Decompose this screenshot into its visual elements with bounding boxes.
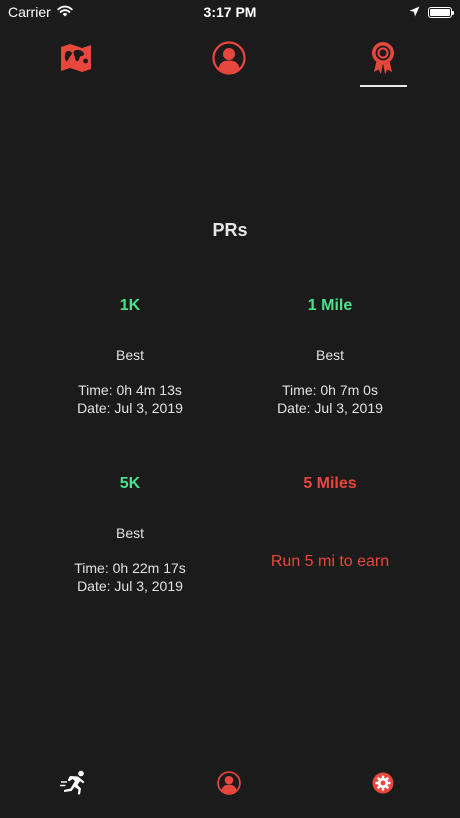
pr-name: 1 Mile [307,297,353,314]
page-title: PRs [212,220,248,240]
tab-prs[interactable] [359,36,407,84]
tab-map[interactable] [52,36,100,84]
run-button[interactable] [60,770,90,800]
location-arrow-icon [409,4,420,20]
pr-best-label: Best [315,347,344,363]
battery-level [430,8,450,16]
pr-earn-hint: Run 5 mi to earn [270,553,390,570]
pr-card-5k: 5K Best Time: 0h 22m 17s Date: Jul 3, 20… [30,474,230,595]
battery-icon [428,6,454,18]
pr-date: Date: Jul 3, 2019 [77,578,183,594]
gear-icon [372,772,394,799]
award-ribbon-icon [370,41,396,80]
runner-icon [60,770,90,801]
pr-name: 5 Miles [303,475,357,492]
profile-icon [217,770,241,800]
pr-time: Time: 0h 22m 17s [74,560,186,576]
profile-button[interactable] [214,770,244,800]
pr-best-label: Best [115,347,144,363]
status-right [409,4,454,20]
status-time: 3:17 PM [203,4,257,20]
pr-name: 1K [119,297,141,314]
pr-card-5-miles: 5 Miles Run 5 mi to earn [230,474,430,572]
pr-date: Date: Jul 3, 2019 [277,400,383,416]
pr-name: 5K [119,475,141,492]
status-bar: Carrier 3:17 PM [0,0,460,24]
tab-profile[interactable] [205,36,253,84]
profile-icon [212,40,246,80]
pr-date: Date: Jul 3, 2019 [77,400,183,416]
top-tab-bar [0,30,460,90]
pr-time: Time: 0h 7m 0s [282,382,378,398]
world-map-icon [59,43,93,78]
pr-card-1-mile: 1 Mile Best Time: 0h 7m 0s Date: Jul 3, … [230,296,430,417]
pr-best-label: Best [115,525,144,541]
pr-card-1k: 1K Best Time: 0h 4m 13s Date: Jul 3, 201… [30,296,230,417]
bottom-toolbar [0,760,460,810]
selected-tab-indicator [360,85,407,87]
pr-time: Time: 0h 4m 13s [78,382,182,398]
settings-button[interactable] [368,770,398,800]
